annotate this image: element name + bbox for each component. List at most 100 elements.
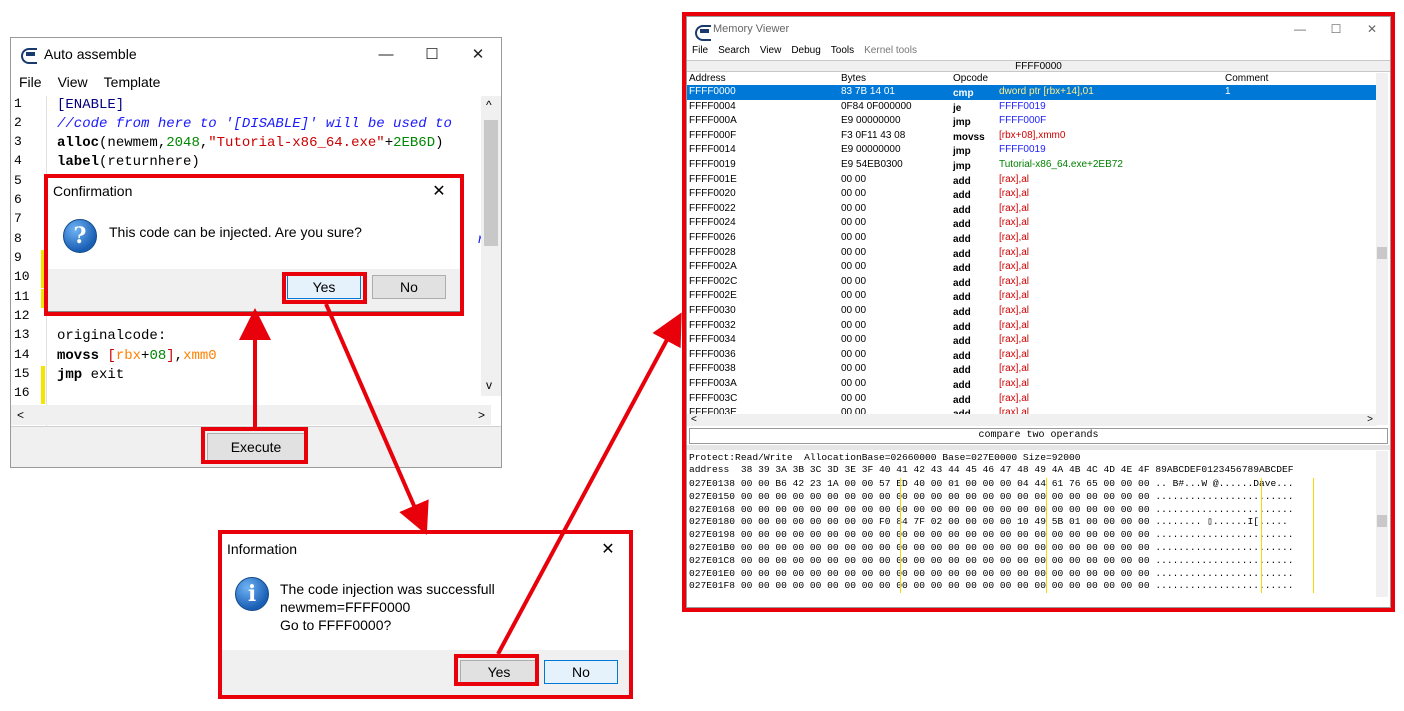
disassembly-row[interactable]: FFFF0022 00 00 add [rax],al (687, 202, 1377, 217)
hex-row[interactable]: 027E0180 00 00 00 00 00 00 00 00 F0 84 7… (689, 516, 1288, 528)
menu-tools[interactable]: Tools (826, 45, 859, 56)
disassembly-row[interactable]: FFFF001E 00 00 add [rax],al (687, 173, 1377, 188)
scroll-thumb[interactable] (1377, 247, 1387, 259)
disassembly-row[interactable]: FFFF0034 00 00 add [rax],al (687, 333, 1377, 348)
row-address: FFFF0036 (689, 348, 736, 360)
close-button[interactable]: ✕ (593, 535, 623, 563)
minimize-button[interactable]: — (1282, 17, 1318, 41)
row-address: FFFF000F (689, 129, 737, 141)
row-parameters: FFFF000F (999, 115, 1047, 127)
information-footer: Yes No (221, 650, 629, 696)
information-message-line3: Go to FFFF0000? (280, 617, 392, 633)
hex-row[interactable]: 027E01B0 00 00 00 00 00 00 00 00 00 00 0… (689, 542, 1294, 554)
disassembly-row[interactable]: FFFF0024 00 00 add [rax],al (687, 216, 1377, 231)
close-button[interactable]: ✕ (455, 38, 501, 70)
row-opcode: jmp (953, 161, 971, 172)
disassembly-row[interactable]: FFFF000F F3 0F11 43 08 movss [rbx+08],xmm0 (687, 129, 1377, 144)
close-button[interactable]: ✕ (1354, 17, 1390, 41)
scroll-down-arrow[interactable]: v (486, 378, 492, 392)
disassembly-row[interactable]: FFFF003C 00 00 add [rax],al (687, 392, 1377, 407)
column-bytes[interactable]: Bytes (841, 73, 866, 85)
line-number: 6 (14, 192, 22, 207)
disassembly-row[interactable]: FFFF0014 E9 00000000 jmp FFFF0019 (687, 143, 1377, 158)
information-message-line2: newmem=FFFF0000 (280, 599, 411, 615)
menu-file[interactable]: File (11, 74, 50, 90)
address-bar: FFFF0000 (687, 60, 1390, 72)
row-bytes: 00 00 (841, 392, 867, 404)
hex-row[interactable]: 027E01E0 00 00 00 00 00 00 00 00 00 00 0… (689, 568, 1294, 580)
row-bytes: 00 00 (841, 246, 867, 258)
disassembly-row[interactable]: FFFF0000 83 7B 14 01 cmp dword ptr [rbx+14]… (687, 85, 1377, 100)
row-address: FFFF0028 (689, 246, 736, 258)
menu-view[interactable]: View (755, 45, 787, 56)
menu-template[interactable]: Template (96, 74, 169, 90)
close-button[interactable]: ✕ (424, 177, 454, 205)
row-address: FFFF001E (689, 173, 737, 185)
row-address: FFFF0026 (689, 232, 736, 243)
column-address[interactable]: Address (689, 73, 726, 85)
disassembly-row[interactable]: FFFF0030 00 00 add [rax],al (687, 304, 1377, 319)
row-parameters: [rax],al (999, 290, 1030, 302)
scroll-left-arrow[interactable]: < (691, 414, 697, 426)
no-button[interactable]: No (544, 660, 618, 684)
hex-row[interactable]: 027E01C8 00 00 00 00 00 00 00 00 00 00 0… (689, 555, 1294, 567)
disassembly-table[interactable]: FFFF0000 83 7B 14 01 cmp dword ptr [rbx+14]… (687, 85, 1377, 426)
menu-kernel-tools[interactable]: Kernel tools (859, 45, 922, 56)
yes-button[interactable]: Yes (460, 660, 538, 684)
execute-button[interactable]: Execute (207, 433, 305, 461)
menu-view[interactable]: View (50, 74, 96, 90)
row-parameters: [rax],al (999, 188, 1030, 200)
hex-row[interactable]: 027E0198 00 00 00 00 00 00 00 00 00 00 0… (689, 529, 1294, 541)
row-address: FFFF0020 (689, 188, 736, 200)
disassembly-row[interactable]: FFFF0028 00 00 add [rax],al (687, 246, 1377, 261)
no-button[interactable]: No (372, 275, 446, 299)
column-opcode[interactable]: Opcode (953, 73, 988, 85)
hex-row[interactable]: 027E0150 00 00 00 00 00 00 00 00 00 00 0… (689, 491, 1294, 503)
scroll-right-arrow[interactable]: > (478, 408, 485, 422)
menu-search[interactable]: Search (713, 45, 755, 56)
disassembly-vertical-scrollbar[interactable] (1376, 73, 1388, 425)
scroll-right-arrow[interactable]: > (1367, 414, 1373, 426)
disassembly-row[interactable]: FFFF0020 00 00 add [rax],al (687, 187, 1377, 202)
menu-debug[interactable]: Debug (786, 45, 825, 56)
hex-row[interactable]: 027E0138 00 00 B6 42 23 1A 00 00 57 ED 4… (689, 478, 1294, 490)
disassembly-row[interactable]: FFFF0032 00 00 add [rax],al (687, 319, 1377, 334)
row-bytes: 00 00 (841, 363, 867, 375)
editor-horizontal-scrollbar[interactable]: < > (11, 405, 491, 425)
information-title: Information (227, 541, 298, 557)
row-opcode: add (953, 336, 971, 348)
disassembly-row[interactable]: FFFF002E 00 00 add [rax],al (687, 289, 1377, 304)
yes-button[interactable]: Yes (287, 275, 361, 299)
cheat-engine-icon (693, 22, 711, 41)
maximize-button[interactable]: ☐ (1318, 17, 1354, 41)
disassembly-row[interactable]: FFFF0019 E9 54EB0300 jmp Tutorial-x86_64.ex… (687, 158, 1377, 173)
scroll-thumb[interactable] (484, 120, 498, 246)
hex-view[interactable]: Protect:Read/Write AllocationBase=026600… (687, 450, 1377, 595)
disassembly-row[interactable]: FFFF003A 00 00 add [rax],al (687, 377, 1377, 392)
row-opcode: add (953, 350, 971, 362)
confirmation-dialog: Confirmation ✕ ? This code can be inject… (46, 176, 461, 312)
column-comment[interactable]: Comment (1225, 73, 1268, 85)
disassembly-row[interactable]: FFFF0004 0F84 0F000000 je FFFF0019 (687, 100, 1377, 115)
disassembly-horizontal-scrollbar[interactable]: < > (687, 414, 1377, 426)
minimize-button[interactable]: — (363, 38, 409, 70)
disassembly-row[interactable]: FFFF0038 00 00 add [rax],al (687, 362, 1377, 377)
disassembly-row[interactable]: FFFF002A 00 00 add [rax],al (687, 260, 1377, 275)
disassembly-row[interactable]: FFFF000A E9 00000000 jmp FFFF000F (687, 114, 1377, 129)
scroll-up-arrow[interactable]: ^ (486, 98, 492, 112)
disassembly-row[interactable]: FFFF0026 00 00 add [rax],al (687, 231, 1377, 246)
disassembly-row[interactable]: FFFF002C 00 00 add [rax],al (687, 275, 1377, 290)
menu-file[interactable]: File (687, 45, 713, 56)
row-parameters: [rax],al (999, 392, 1030, 404)
editor-vertical-scrollbar[interactable]: ^ v (481, 96, 501, 396)
disassembly-row[interactable]: FFFF0036 00 00 add [rax],al (687, 348, 1377, 363)
hex-row[interactable]: 027E01F8 00 00 00 00 00 00 00 00 00 00 0… (689, 580, 1294, 592)
scroll-left-arrow[interactable]: < (17, 408, 24, 422)
hex-vertical-scrollbar[interactable] (1376, 451, 1388, 597)
code-line: originalcode: (57, 328, 167, 344)
row-opcode: cmp (953, 88, 974, 99)
hex-row[interactable]: 027E0168 00 00 00 00 00 00 00 00 00 00 0… (689, 504, 1294, 516)
maximize-button[interactable]: ☐ (409, 38, 455, 70)
row-bytes: 00 00 (841, 305, 867, 316)
scroll-thumb[interactable] (1377, 515, 1387, 527)
